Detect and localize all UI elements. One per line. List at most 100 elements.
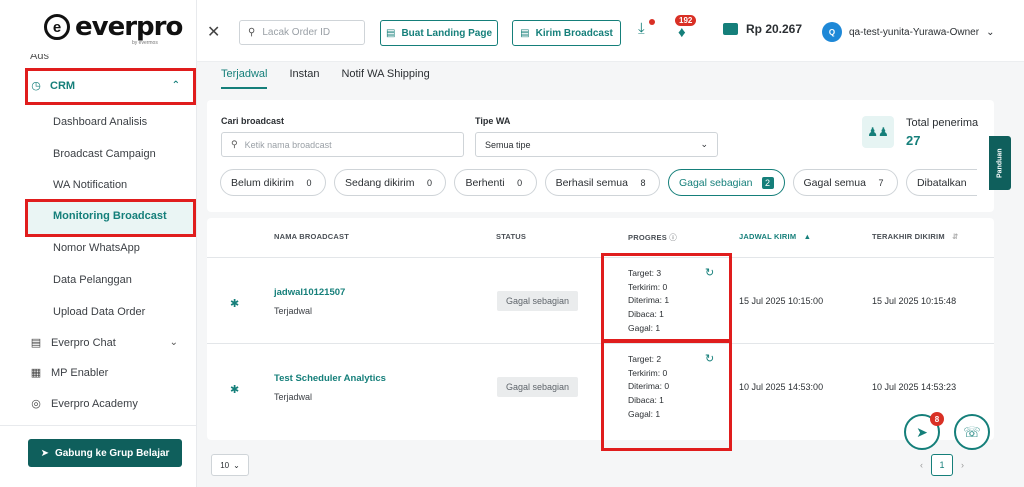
broadcast-search-placeholder: Ketik nama broadcast (244, 139, 332, 150)
filter-card: Cari broadcast ⚲ Ketik nama broadcast Ti… (207, 100, 994, 212)
total-recipients-label: Total penerima (906, 116, 979, 129)
sidebar-divider (0, 425, 197, 426)
sidebar-item-mp-enabler[interactable]: ▦ MP Enabler (30, 366, 178, 380)
sidebar-item-crm[interactable]: ◷ CRM ⌃ (30, 79, 180, 93)
user-name: qa-test-yunita-Yurawa-Owner (849, 26, 980, 38)
avatar: Q (822, 22, 842, 42)
wallet-icon (723, 23, 738, 35)
chip-count: 0 (517, 177, 523, 188)
tab-terjadwal[interactable]: Terjadwal (221, 68, 268, 89)
col-header-nama[interactable]: NAMA BROADCAST (274, 232, 349, 241)
chip-label: Berhenti (465, 176, 505, 189)
tab-instan[interactable]: Instan (289, 68, 319, 89)
chevron-down-icon: ⌄ (233, 460, 240, 470)
user-menu[interactable]: Q qa-test-yunita-Yurawa-Owner ⌄ (822, 22, 994, 42)
create-landing-page-button[interactable]: ▤ Buat Landing Page (380, 20, 498, 46)
close-icon[interactable]: ✕ (207, 22, 220, 42)
current-page-button[interactable]: 1 (931, 454, 953, 476)
chevron-down-icon: ⌄ (169, 337, 178, 348)
send-broadcast-button[interactable]: ▤ Kirim Broadcast (512, 20, 621, 46)
sidebar-item-wa-notification[interactable]: WA Notification (53, 179, 127, 191)
broadcast-type: Terjadwal (274, 306, 313, 316)
chip-sedang-dikirim[interactable]: Sedang dikirim 0 (334, 169, 447, 196)
next-page-icon[interactable]: › (961, 460, 964, 470)
chip-count: 0 (426, 177, 432, 188)
chip-label: Gagal sebagian (678, 176, 753, 189)
broadcast-icon: ✱ (230, 384, 240, 396)
broadcast-icon: ▤ (520, 27, 530, 39)
search-icon: ⚲ (231, 139, 238, 149)
chip-label: Belum dikirim (231, 176, 295, 189)
chip-label: Sedang dikirim (345, 176, 415, 189)
brand-logo[interactable]: e everpro (44, 12, 183, 42)
logo-mark-icon: e (44, 14, 70, 40)
order-search-placeholder: Lacak Order ID (262, 27, 331, 38)
sidebar-item-broadcast-campaign[interactable]: Broadcast Campaign (53, 148, 156, 160)
chip-label: Dibatalkan (916, 176, 967, 189)
wa-type-label: Tipe WA (475, 116, 511, 126)
brand-name: everpro (75, 12, 183, 42)
users-icon: ♟♟ (862, 116, 894, 148)
crm-icon: ◷ (31, 80, 41, 92)
sidebar-item-everpro-chat[interactable]: ▤ Everpro Chat ⌄ (30, 336, 178, 350)
col-header-terakhir-dikirim[interactable]: TERAKHIR DIKIRIM ⇵ (872, 232, 959, 241)
download-dot-badge (649, 19, 655, 25)
wa-type-select[interactable]: Semua tipe ⌄ (475, 132, 718, 157)
broadcast-icon: ✱ (230, 298, 240, 310)
join-group-button[interactable]: ➤ Gabung ke Grup Belajar (28, 439, 182, 467)
store-icon: ▦ (30, 367, 42, 379)
tab-bar: Terjadwal Instan Notif WA Shipping (221, 68, 430, 89)
rows-per-page-select[interactable]: 10 ⌄ (211, 454, 249, 476)
chevron-down-icon: ⌄ (986, 26, 995, 38)
chip-gagal-sebagian[interactable]: Gagal sebagian 2 (667, 169, 785, 196)
terakhir-dikirim-value: 10 Jul 2025 14:53:23 (872, 382, 957, 392)
sort-icon[interactable]: ⇵ (952, 232, 958, 241)
wallet-balance[interactable]: Rp 20.267 (723, 22, 802, 36)
sidebar-item-label: Everpro Chat (51, 336, 116, 349)
sidebar-item-monitoring-broadcast[interactable]: Monitoring Broadcast (53, 210, 167, 222)
balance-amount: Rp 20.267 (746, 22, 803, 36)
broadcast-search-input[interactable]: ⚲ Ketik nama broadcast (221, 132, 464, 157)
guide-tab[interactable]: Panduan (989, 136, 1011, 190)
sidebar-item-nomor-whatsapp[interactable]: Nomor WhatsApp (53, 242, 140, 254)
chip-belum-dikirim[interactable]: Belum dikirim 0 (220, 169, 327, 196)
sidebar-item-label: MP Enabler (51, 366, 109, 379)
chevron-up-icon: ⌃ (171, 80, 180, 91)
sidebar-item-data-pelanggan[interactable]: Data Pelanggan (53, 274, 132, 286)
progress-highlight-box (601, 340, 732, 451)
download-icon[interactable]: ⤓ (638, 20, 645, 37)
info-icon[interactable]: ⓘ (669, 233, 677, 242)
order-search-input[interactable]: ⚲ Lacak Order ID (239, 20, 365, 45)
col-header-progres[interactable]: PROGRES ⓘ (628, 232, 677, 243)
sort-icon[interactable]: ▲ (804, 232, 812, 241)
sidebar-item-everpro-academy[interactable]: ◎ Everpro Academy (30, 397, 178, 411)
whatsapp-fab[interactable]: ☏ (954, 414, 990, 450)
sidebar-item-ads[interactable]: Ads (30, 54, 49, 62)
col-header-jadwal-kirim[interactable]: JADWAL KIRIM ▲ (739, 232, 811, 241)
jadwal-kirim-value: 10 Jul 2025 14:53:00 (739, 382, 824, 392)
broadcast-name-link[interactable]: Test Scheduler Analytics (274, 373, 386, 384)
broadcast-type: Terjadwal (274, 392, 313, 402)
terakhir-dikirim-value: 15 Jul 2025 10:15:48 (872, 296, 957, 306)
broadcast-name-link[interactable]: jadwal10121507 (274, 287, 345, 298)
bell-icon[interactable]: ♦ (678, 24, 686, 41)
chip-berhenti[interactable]: Berhenti 0 (454, 169, 537, 196)
join-group-label: Gabung ke Grup Belajar (54, 447, 170, 459)
rows-per-page-value: 10 (220, 460, 230, 470)
status-badge: Gagal sebagian (497, 291, 578, 311)
prev-page-icon[interactable]: ‹ (920, 460, 923, 470)
sidebar-item-upload-data-order[interactable]: Upload Data Order (53, 306, 145, 318)
send-icon: ➤ (40, 447, 49, 459)
chip-dibatalkan[interactable]: Dibatalkan (905, 169, 977, 196)
col-header-status[interactable]: STATUS (496, 232, 526, 241)
megaphone-icon: ➤ (916, 423, 928, 440)
tab-notif-wa-shipping[interactable]: Notif WA Shipping (341, 68, 429, 89)
sidebar-item-dashboard-analisis[interactable]: Dashboard Analisis (53, 116, 147, 128)
chip-gagal-semua[interactable]: Gagal semua 7 (792, 169, 898, 196)
brand-sub: by evermos (132, 40, 158, 46)
chat-icon: ▤ (30, 337, 42, 349)
col-header-label: JADWAL KIRIM (739, 232, 797, 241)
chip-berhasil-semua[interactable]: Berhasil semua 8 (544, 169, 660, 196)
chip-count: 7 (878, 177, 884, 188)
whatsapp-icon: ☏ (963, 423, 981, 440)
